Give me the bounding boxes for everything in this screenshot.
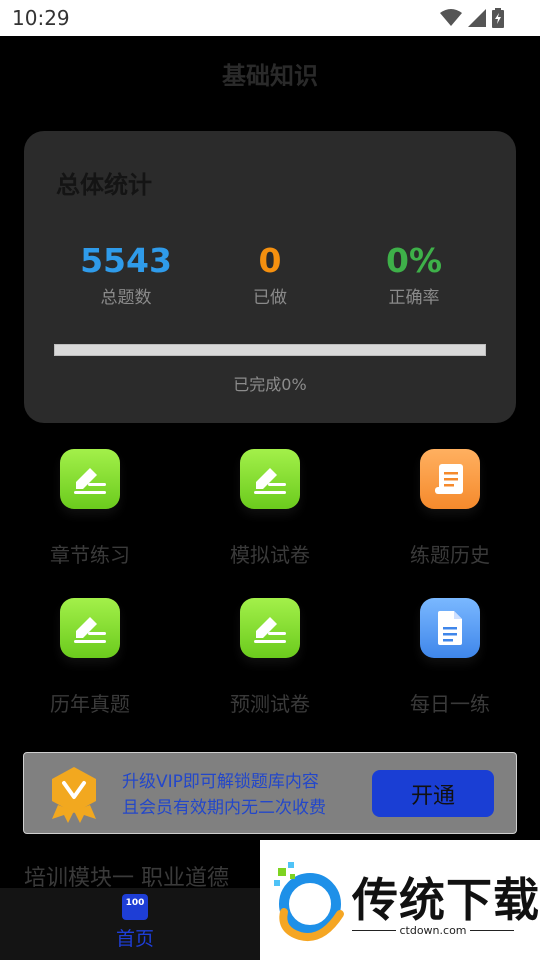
grid-label: 章节练习 bbox=[50, 543, 130, 567]
nav-home-label: 首页 bbox=[115, 928, 154, 950]
stat-done: 0 已做 bbox=[200, 241, 340, 308]
document-icon bbox=[420, 598, 480, 658]
grid-label: 练题历史 bbox=[410, 543, 490, 567]
watermark-brand: 传统下载 bbox=[352, 873, 540, 927]
battery-icon bbox=[492, 8, 504, 28]
vip-banner: 升级VIP即可解锁题库内容 且会员有效期内无二次收费 开通 bbox=[23, 752, 517, 834]
vip-line-2: 且会员有效期内无二次收费 bbox=[122, 798, 326, 818]
grid-item-practice-history[interactable]: 练题历史 bbox=[360, 449, 540, 568]
stat-done-value: 0 bbox=[258, 241, 282, 280]
watermark: 传统下载 ctdown.com bbox=[260, 840, 540, 960]
status-time: 10:29 bbox=[12, 6, 70, 30]
grid-item-mock-exam[interactable]: 模拟试卷 bbox=[180, 449, 360, 568]
stat-total: 5543 总题数 bbox=[56, 241, 196, 308]
page-title: 基础知识 bbox=[222, 62, 318, 90]
stats-card: 总体统计 5543 总题数 0 已做 0% 正确率 已完成0% bbox=[24, 131, 516, 423]
grid-item-daily-practice[interactable]: 每日一练 bbox=[360, 598, 540, 717]
vip-badge-icon bbox=[52, 767, 96, 823]
grid-item-chapter-practice[interactable]: 章节练习 bbox=[0, 449, 180, 568]
grid-label: 每日一练 bbox=[410, 692, 490, 716]
pencil-edit-icon bbox=[60, 598, 120, 658]
stat-accuracy-value: 0% bbox=[385, 241, 443, 280]
progress-bar bbox=[54, 344, 486, 356]
progress-text: 已完成0% bbox=[233, 375, 307, 394]
wifi-icon bbox=[440, 9, 462, 26]
home-book-icon: 100 bbox=[122, 894, 148, 920]
watermark-logo-icon bbox=[274, 862, 344, 941]
scroll-history-icon bbox=[420, 449, 480, 509]
watermark-line-right bbox=[470, 930, 514, 931]
nav-home[interactable]: 100 首页 bbox=[100, 894, 170, 951]
grid-label: 预测试卷 bbox=[230, 692, 310, 716]
signal-icon bbox=[468, 9, 486, 27]
stat-accuracy-label: 正确率 bbox=[388, 288, 440, 308]
vip-activate-button[interactable]: 开通 bbox=[372, 770, 494, 817]
status-bar: 10:29 bbox=[0, 0, 540, 36]
vip-text: 升级VIP即可解锁题库内容 且会员有效期内无二次收费 bbox=[122, 769, 326, 821]
grid-item-prediction-exam[interactable]: 预测试卷 bbox=[180, 598, 360, 717]
vip-line-1: 升级VIP即可解锁题库内容 bbox=[122, 772, 319, 792]
stat-total-value: 5543 bbox=[80, 241, 172, 280]
stat-done-label: 已做 bbox=[253, 288, 287, 308]
stats-title: 总体统计 bbox=[56, 171, 152, 199]
grid-label: 模拟试卷 bbox=[230, 543, 310, 567]
stat-accuracy: 0% 正确率 bbox=[344, 241, 484, 308]
pencil-edit-icon bbox=[240, 449, 300, 509]
status-icons bbox=[440, 8, 504, 28]
stat-total-label: 总题数 bbox=[100, 288, 152, 308]
grid-item-past-exams[interactable]: 历年真题 bbox=[0, 598, 180, 717]
pencil-edit-icon bbox=[60, 449, 120, 509]
grid-label: 历年真题 bbox=[50, 692, 130, 716]
pencil-edit-icon bbox=[240, 598, 300, 658]
home-icon-text: 100 bbox=[125, 898, 145, 908]
